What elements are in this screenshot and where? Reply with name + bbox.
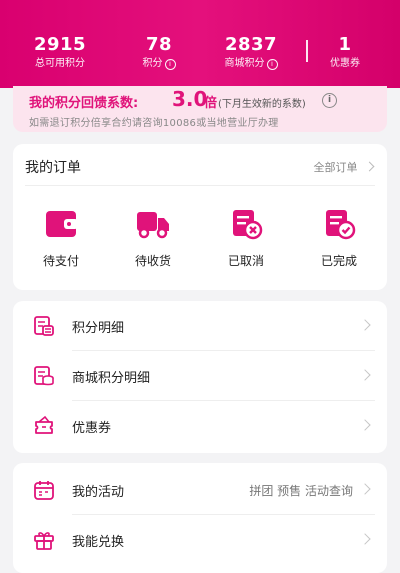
all-orders-link[interactable]: 全部订单	[313, 159, 375, 175]
points-menu-card: 积分明细 商城积分明细 优惠券	[13, 301, 387, 453]
completed-order-icon	[326, 210, 356, 240]
coupon-icon	[35, 415, 53, 434]
order-label: 已完成	[320, 254, 357, 268]
menu-item-extra: 拼团 预售 活动查询	[249, 484, 353, 498]
stat-label: 商城积分	[224, 58, 265, 69]
stat-total-points[interactable]: 2915 总可用积分	[20, 34, 100, 71]
info-icon[interactable]: i	[322, 93, 337, 108]
order-cancelled[interactable]: 已取消	[209, 208, 283, 269]
coefficient-title: 我的积分回馈系数:	[29, 96, 139, 111]
coefficient-description: 如需退订积分倍享合约请咨询10086或当地营业厅办理	[29, 118, 279, 129]
coefficient-unit: 倍	[204, 96, 218, 111]
activity-menu-card: 我的活动 拼团 预售 活动查询 我能兑换	[13, 463, 387, 573]
info-icon[interactable]: i	[164, 59, 176, 70]
order-label: 待支付	[42, 254, 79, 268]
menu-item-my-activities[interactable]: 我的活动 拼团 预售 活动查询	[13, 465, 387, 515]
chevron-right-icon	[359, 419, 371, 431]
menu-item-points-detail[interactable]: 积分明细	[13, 301, 387, 351]
menu-item-label: 商城积分明细	[72, 371, 151, 386]
coefficient-value: 3.0	[172, 87, 208, 111]
wallet-icon	[46, 211, 78, 237]
stat-value: 1	[338, 34, 352, 55]
chevron-right-icon	[359, 483, 371, 495]
stat-label: 优惠券	[330, 58, 360, 69]
truck-icon	[137, 212, 169, 239]
stat-value: 2837	[224, 34, 278, 55]
chevron-right-icon	[359, 319, 371, 331]
order-label: 已取消	[227, 254, 264, 268]
stat-label: 积分	[142, 58, 163, 69]
order-label: 待收货	[134, 254, 171, 268]
stat-value: 2915	[33, 34, 87, 55]
stat-label: 总可用积分	[35, 58, 85, 69]
stat-coupons[interactable]: 1 优惠券	[318, 34, 372, 71]
menu-item-label: 我能兑换	[72, 535, 125, 550]
order-completed[interactable]: 已完成	[302, 208, 376, 269]
chevron-right-icon	[359, 533, 371, 545]
orders-title: 我的订单	[25, 160, 81, 176]
menu-item-mall-points-detail[interactable]: 商城积分明细	[13, 351, 387, 401]
all-orders-label: 全部订单	[313, 161, 358, 174]
calendar-icon	[34, 481, 54, 500]
coefficient-note: (下月生效新的系数)	[218, 99, 306, 110]
stat-points[interactable]: 78 积分 i	[124, 34, 194, 71]
cancel-order-icon	[233, 210, 263, 240]
order-pending-receipt[interactable]: 待收货	[116, 208, 190, 269]
info-icon[interactable]: i	[266, 59, 278, 70]
menu-item-coupons[interactable]: 优惠券	[13, 401, 387, 451]
points-header: 2915 总可用积分 78 积分 i 2837 商城积分 i 1 优惠券	[0, 0, 400, 88]
stat-value: 78	[145, 34, 173, 55]
mall-points-detail-icon	[34, 366, 54, 386]
points-detail-icon	[34, 316, 54, 336]
my-orders-card: 我的订单 全部订单 待支付 待收货 已取消 已完成	[13, 144, 387, 290]
menu-item-label: 积分明细	[72, 321, 125, 336]
stat-mall-points[interactable]: 2837 商城积分 i	[215, 34, 287, 71]
divider	[25, 185, 375, 186]
menu-item-label: 我的活动	[72, 485, 125, 500]
gift-icon	[34, 532, 54, 550]
stat-divider	[306, 40, 308, 62]
menu-item-label: 优惠券	[72, 421, 112, 436]
chevron-right-icon	[359, 369, 371, 381]
chevron-right-icon	[364, 161, 375, 172]
order-pending-payment[interactable]: 待支付	[24, 208, 98, 269]
points-coefficient-banner: 我的积分回馈系数: 3.0 倍 (下月生效新的系数) i 如需退订积分倍享合约请…	[13, 86, 387, 132]
menu-item-redeemable[interactable]: 我能兑换	[13, 515, 387, 565]
